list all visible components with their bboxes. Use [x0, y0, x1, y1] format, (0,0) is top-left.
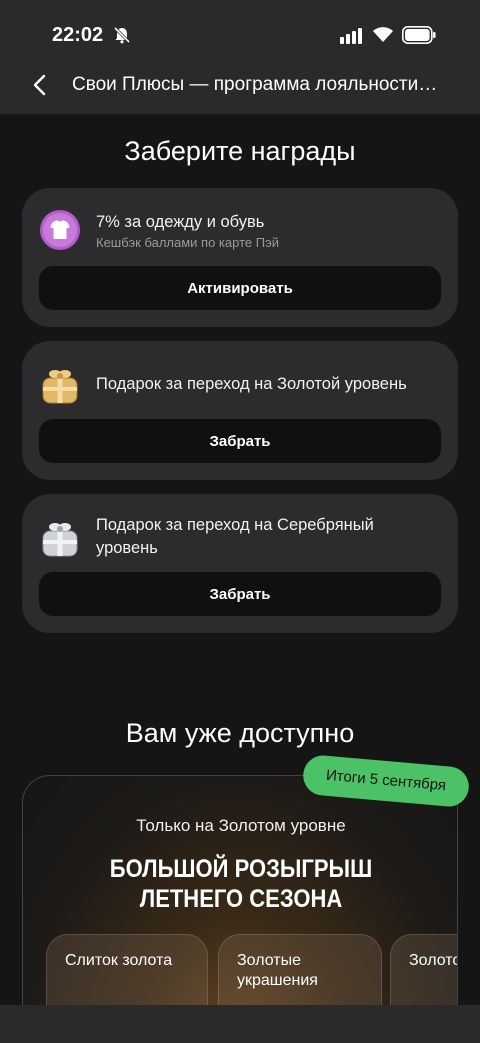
promo-headline-line1: БОЛЬШОЙ РОЗЫГРЫШ: [109, 855, 373, 883]
claim-gold-button[interactable]: Забрать: [39, 419, 441, 463]
wifi-icon: [373, 27, 393, 42]
promo-subtitle: Только на Золотом уровне: [136, 816, 346, 835]
tshirt-icon: [40, 210, 80, 250]
back-arrow-icon[interactable]: [28, 72, 54, 98]
battery-icon: [402, 26, 436, 44]
reward-card-gold-gift: Подарок за переход на Золотой уровень За…: [22, 341, 458, 480]
activate-button[interactable]: Активировать: [39, 266, 441, 310]
signal-icon: [340, 28, 362, 44]
promo-headline: БОЛЬШОЙ РОЗЫГРЫШ ЛЕТНЕГО СЕЗОНА: [49, 854, 433, 914]
page-title: Свои Плюсы — программа лояльности…: [72, 74, 438, 95]
silver-gift-icon: [42, 523, 78, 557]
reward-title: Подарок за переход на Золотой уровень: [96, 375, 407, 393]
reward-card-clothes: 7% за одежду и обувь Кешбэк баллами по к…: [22, 188, 458, 327]
rewards-section-title: Заберите награды: [124, 136, 356, 166]
promo-card[interactable]: Только на Золотом уровне БОЛЬШОЙ РОЗЫГРЫ…: [22, 775, 458, 1043]
reward-subtitle: Кешбэк баллами по карте Пэй: [96, 235, 279, 250]
available-section-title: Вам уже доступно: [125, 718, 355, 748]
reward-title: 7% за одежду и обувь: [96, 213, 265, 231]
reward-card-silver-gift: Подарок за переход на Серебряный уровень…: [22, 494, 458, 633]
claim-silver-button[interactable]: Забрать: [39, 572, 441, 616]
bell-muted-icon: [113, 26, 131, 44]
promo-headline-line2: ЛЕТНЕГО СЕЗОНА: [139, 885, 343, 913]
gold-gift-icon: [42, 370, 78, 404]
app-header: Свои Плюсы — программа лояльности…: [0, 56, 480, 114]
status-time: 22:02: [52, 24, 104, 46]
reward-title: Подарок за переход на Серебряный уровень: [96, 516, 374, 557]
bottom-bar: [0, 1005, 480, 1043]
